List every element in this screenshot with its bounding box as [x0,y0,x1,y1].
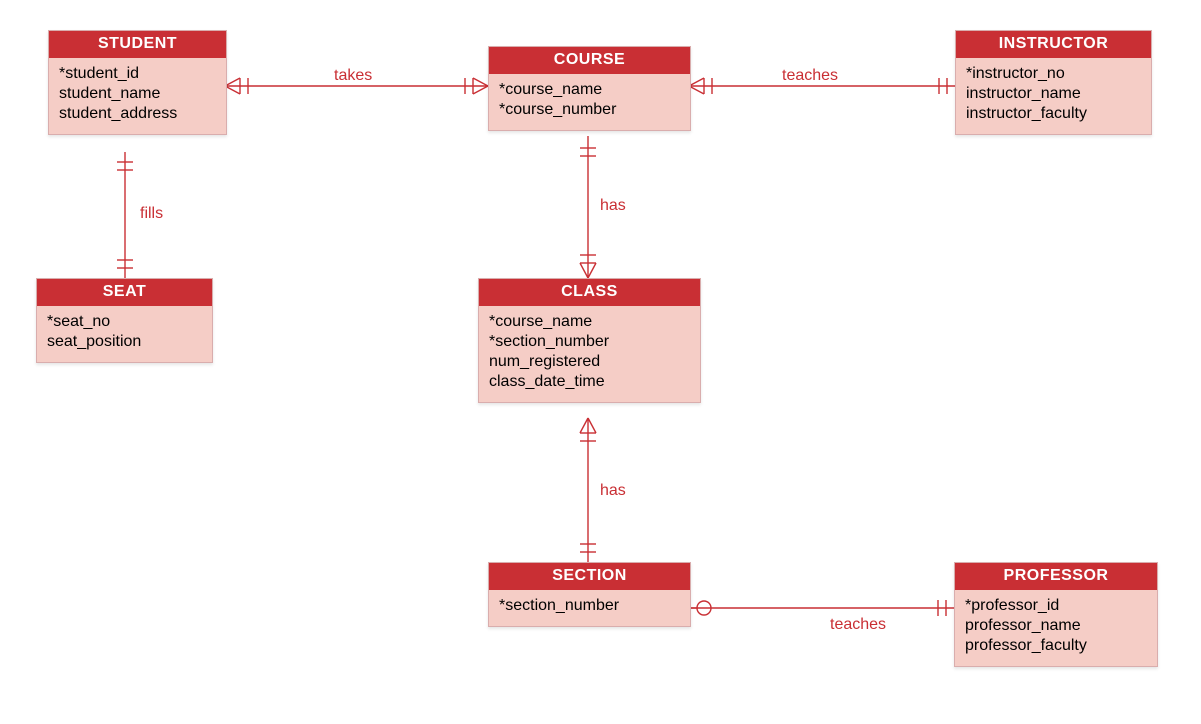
attr: student_name [59,84,216,104]
entity-title-student: STUDENT [49,31,226,58]
rel-label-fills: fills [140,205,163,223]
rel-label-has-bottom: has [600,482,626,500]
attr: professor_faculty [965,636,1147,656]
entity-student: STUDENT *student_id student_name student… [48,30,227,135]
entity-title-class: CLASS [479,279,700,306]
rel-label-takes: takes [334,67,372,85]
bar-professor-teaches [938,600,946,616]
attr: *student_id [59,64,216,84]
entity-title-professor: PROFESSOR [955,563,1157,590]
attr: class_date_time [489,372,690,392]
entity-body-class: *course_name *section_number num_registe… [479,306,700,402]
rel-label-has-top: has [600,197,626,215]
attr: instructor_name [966,84,1141,104]
bar-seat-fills [117,260,133,268]
entity-body-student: *student_id student_name student_address [49,58,226,134]
attr: seat_position [47,332,202,352]
entity-section: SECTION *section_number [488,562,691,627]
attr: student_address [59,104,216,124]
crowfoot-course-takes [465,78,488,94]
attr: *seat_no [47,312,202,332]
bar-instructor-teaches [939,78,947,94]
attr: *course_name [489,312,690,332]
entity-course: COURSE *course_name *course_number [488,46,691,131]
entity-title-course: COURSE [489,47,690,74]
bar-course-has [580,148,596,156]
crowfoot-course-teaches [689,78,712,94]
circle-section-teaches [689,601,711,615]
rel-label-teaches-bottom: teaches [830,616,886,634]
attr: *section_number [489,332,690,352]
rel-label-teaches-top: teaches [782,67,838,85]
entity-title-section: SECTION [489,563,690,590]
entity-professor: PROFESSOR *professor_id professor_name p… [954,562,1158,667]
attr: *professor_id [965,596,1147,616]
er-diagram-canvas: STUDENT *student_id student_name student… [0,0,1201,724]
attr: *instructor_no [966,64,1141,84]
entity-body-section: *section_number [489,590,690,626]
bar-student-fills [117,162,133,170]
entity-class: CLASS *course_name *section_number num_r… [478,278,701,403]
entity-body-seat: *seat_no seat_position [37,306,212,362]
attr: *course_name [499,80,680,100]
attr: professor_name [965,616,1147,636]
entity-body-professor: *professor_id professor_name professor_f… [955,590,1157,666]
attr: *course_number [499,100,680,120]
attr: num_registered [489,352,690,372]
entity-body-instructor: *instructor_no instructor_name instructo… [956,58,1151,134]
crowfoot-class-has-bottom [580,418,596,441]
entity-title-instructor: INSTRUCTOR [956,31,1151,58]
entity-title-seat: SEAT [37,279,212,306]
entity-body-course: *course_name *course_number [489,74,690,130]
attr: *section_number [499,596,680,616]
entity-seat: SEAT *seat_no seat_position [36,278,213,363]
entity-instructor: INSTRUCTOR *instructor_no instructor_nam… [955,30,1152,135]
attr: instructor_faculty [966,104,1141,124]
crowfoot-student-takes [225,78,248,94]
crowfoot-class-has-top [580,255,596,278]
bar-section-has [580,544,596,552]
